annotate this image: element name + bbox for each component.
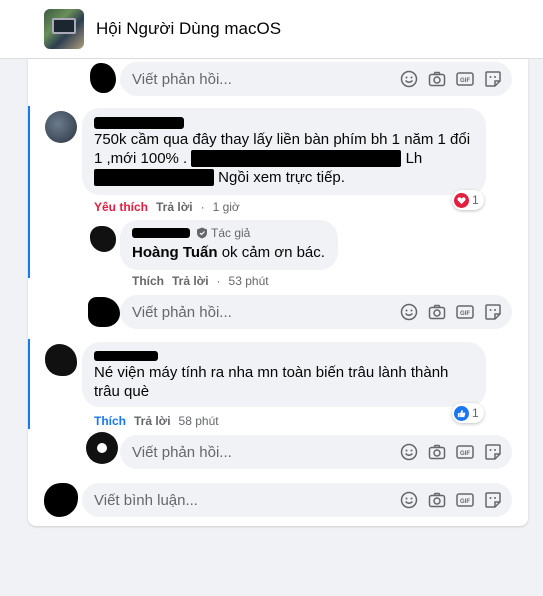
like-button[interactable]: Yêu thích <box>94 200 148 214</box>
user-avatar[interactable] <box>44 483 78 517</box>
sticker-icon[interactable] <box>484 491 502 509</box>
reply-placeholder: Viết phản hồi... <box>132 444 232 461</box>
smiley-icon[interactable] <box>400 70 418 88</box>
thumbs-up-icon <box>454 405 469 421</box>
reply-input[interactable]: Viết phản hồi... GIF <box>120 62 512 96</box>
reply-placeholder: Viết phản hồi... <box>132 71 232 88</box>
timestamp[interactable]: 53 phút <box>229 274 269 288</box>
heart-icon <box>454 192 469 208</box>
comment-actions: Thích Trả lời 58 phút <box>94 414 219 428</box>
thread-indicator <box>28 106 30 278</box>
sticker-icon[interactable] <box>484 70 502 88</box>
redacted-author[interactable] <box>132 228 190 238</box>
comment-text: Né viện máy tính ra nha mn toàn biến trâ… <box>94 364 449 400</box>
like-button[interactable]: Thích <box>132 274 164 288</box>
reply-input[interactable]: Viết phản hồi... GIF <box>120 295 512 329</box>
svg-text:GIF: GIF <box>460 451 470 457</box>
mention-link[interactable]: Hoàng Tuấn <box>132 244 218 261</box>
reply-text: ok cảm ơn bác. <box>221 244 325 261</box>
gif-icon[interactable]: GIF <box>456 303 474 321</box>
sticker-icon[interactable] <box>484 303 502 321</box>
reaction-count[interactable]: 1 <box>452 403 484 423</box>
svg-text:GIF: GIF <box>460 78 470 84</box>
timestamp[interactable]: 1 giờ <box>213 200 240 214</box>
like-button[interactable]: Thích <box>94 414 126 428</box>
group-title[interactable]: Hội Người Dùng macOS <box>96 19 281 39</box>
comment-bubble: 750k cầm qua đây thay lấy liền bàn phím … <box>82 108 486 195</box>
avatar[interactable] <box>88 297 120 327</box>
group-avatar[interactable] <box>44 9 84 49</box>
reply-input[interactable]: Viết phản hồi... GIF <box>120 435 512 469</box>
reply-button[interactable]: Trả lời <box>134 414 171 428</box>
camera-icon[interactable] <box>428 443 446 461</box>
comment-text: 750k cầm qua đây thay lấy liền bàn phím … <box>94 131 471 186</box>
svg-text:GIF: GIF <box>460 499 470 505</box>
gif-icon[interactable]: GIF <box>456 491 474 509</box>
author-badge: Tác giả <box>196 226 250 240</box>
comment-placeholder: Viết bình luận... <box>94 492 198 509</box>
gif-icon[interactable]: GIF <box>456 443 474 461</box>
comment-actions: Yêu thích Trả lời · 1 giờ <box>94 200 240 214</box>
commenter-avatar[interactable] <box>45 344 77 376</box>
comment-input[interactable]: Viết bình luận... GIF <box>82 483 512 517</box>
sticker-icon[interactable] <box>484 443 502 461</box>
svg-text:GIF: GIF <box>460 311 470 317</box>
reply-bubble: Tác giả Hoàng Tuấn ok cảm ơn bác. <box>120 220 338 270</box>
camera-icon[interactable] <box>428 303 446 321</box>
avatar[interactable] <box>90 63 116 93</box>
thread-indicator <box>28 339 30 429</box>
avatar[interactable] <box>86 432 118 464</box>
smiley-icon[interactable] <box>400 491 418 509</box>
gif-icon[interactable]: GIF <box>456 70 474 88</box>
comment-bubble: Né viện máy tính ra nha mn toàn biến trâ… <box>82 342 486 407</box>
camera-icon[interactable] <box>428 70 446 88</box>
reply-actions: Thích Trả lời · 53 phút <box>132 274 269 288</box>
redacted-author[interactable] <box>94 117 184 129</box>
reply-avatar[interactable] <box>90 226 116 252</box>
reply-button[interactable]: Trả lời <box>172 274 209 288</box>
reply-placeholder: Viết phản hồi... <box>132 304 232 321</box>
camera-icon[interactable] <box>428 491 446 509</box>
reply-button[interactable]: Trả lời <box>156 200 193 214</box>
smiley-icon[interactable] <box>400 443 418 461</box>
shield-icon <box>197 227 207 239</box>
reaction-count[interactable]: 1 <box>452 190 484 210</box>
smiley-icon[interactable] <box>400 303 418 321</box>
comments-card: Viết phản hồi... GIF 750k cầm qua đây th… <box>28 59 528 526</box>
redacted-author[interactable] <box>94 351 158 361</box>
commenter-avatar[interactable] <box>45 111 77 143</box>
timestamp[interactable]: 58 phút <box>179 414 219 428</box>
group-header: Hội Người Dùng macOS <box>0 0 543 59</box>
